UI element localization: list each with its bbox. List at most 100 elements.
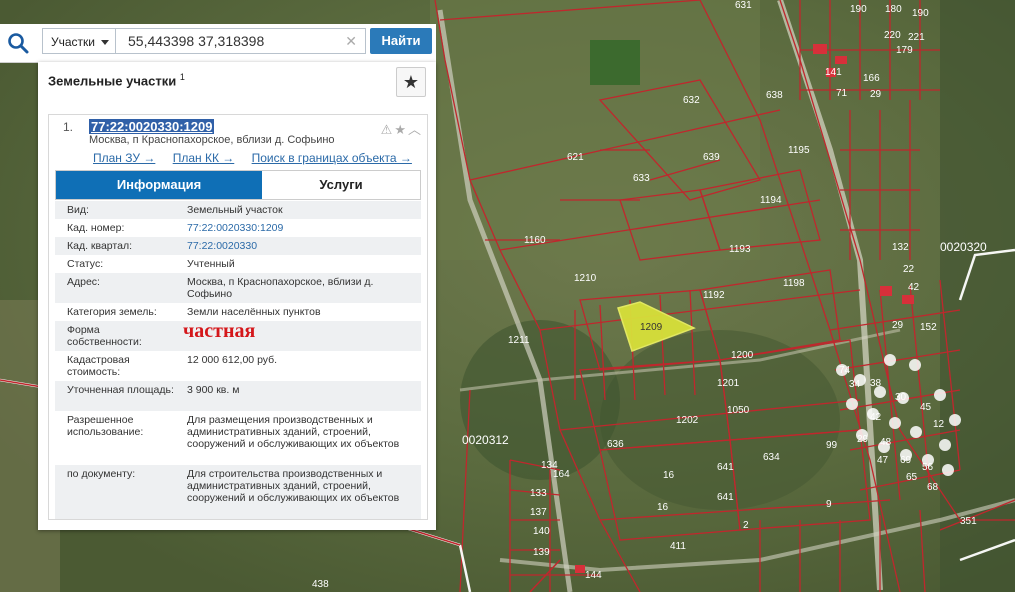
info-value: Земельный участок (187, 204, 283, 216)
svg-text:1194: 1194 (760, 195, 782, 206)
svg-text:144: 144 (585, 570, 602, 581)
svg-text:220: 220 (884, 30, 901, 41)
svg-text:22: 22 (903, 264, 915, 275)
info-table: Вид: Земельный участок Кад. номер: 77:22… (55, 201, 421, 519)
coordinates-value: 55,443398 37,318398 (128, 33, 265, 49)
svg-text:633: 633 (633, 173, 650, 184)
object-type-select[interactable]: Участки (42, 28, 116, 54)
svg-text:641: 641 (717, 462, 734, 473)
info-row: по документу: Для строительства производ… (55, 465, 421, 519)
search-in-bounds-link[interactable]: Поиск в границах объекта → (252, 151, 412, 165)
chevron-down-icon (101, 40, 109, 45)
svg-text:636: 636 (607, 439, 624, 450)
find-button[interactable]: Найти (370, 28, 432, 54)
svg-text:1198: 1198 (783, 278, 805, 289)
info-value: Москва, п Краснопахорское, вблизи д. Соф… (187, 276, 374, 300)
svg-text:1195: 1195 (788, 145, 810, 156)
svg-text:68: 68 (927, 482, 939, 493)
collapse-icon[interactable]: ︿ (408, 122, 423, 137)
clear-icon[interactable]: ✕ (345, 29, 357, 53)
cadastral-number-link[interactable]: 77:22:0020330:1209 (89, 119, 215, 134)
svg-text:641: 641 (717, 492, 734, 503)
svg-text:99: 99 (826, 440, 838, 451)
svg-text:65: 65 (906, 472, 918, 483)
info-label: Кадастровая стоимость: (67, 354, 130, 378)
tab-services[interactable]: Услуги (262, 171, 420, 199)
info-row: Уточненная площадь: 3 900 кв. м (55, 381, 421, 411)
svg-text:638: 638 (766, 90, 783, 101)
svg-text:621: 621 (567, 152, 584, 163)
result-number: 1. (63, 120, 74, 134)
svg-text:0020312: 0020312 (462, 433, 509, 447)
svg-text:190: 190 (850, 4, 867, 15)
info-label: Разрешенное использование: (67, 414, 144, 438)
info-row: Вид: Земельный участок (55, 201, 421, 219)
info-label: по документу: (67, 468, 136, 480)
plan-zu-link[interactable]: План ЗУ → (93, 151, 155, 165)
info-value[interactable]: 77:22:0020330 (187, 240, 407, 252)
info-label: Адрес: (67, 276, 100, 288)
svg-text:139: 139 (533, 547, 550, 558)
results-panel: Земельные участки 1 ★ 1. 77:22:0020330:1… (38, 62, 436, 530)
svg-text:71: 71 (836, 88, 848, 99)
svg-text:29: 29 (870, 89, 882, 100)
coordinates-input[interactable]: 55,443398 37,318398 ✕ (116, 28, 366, 54)
info-row: Статус: Учтенный (55, 255, 421, 273)
svg-text:180: 180 (885, 4, 902, 15)
panel-title-text: Земельные участки (48, 73, 177, 89)
star-icon[interactable]: ★ (394, 122, 408, 137)
svg-text:140: 140 (533, 526, 550, 537)
info-label: Вид: (67, 204, 89, 216)
svg-text:1210: 1210 (574, 273, 597, 284)
svg-text:16: 16 (657, 502, 669, 513)
plan-kk-link[interactable]: План КК → (173, 151, 235, 165)
svg-text:9: 9 (826, 499, 832, 510)
favorite-star-icon[interactable]: ★ (396, 67, 426, 97)
svg-text:141: 141 (825, 67, 842, 78)
info-value: Для строительства производственных и адм… (187, 468, 400, 504)
warning-icon[interactable]: ⚠ (381, 122, 395, 137)
svg-text:164: 164 (553, 469, 570, 480)
info-label: Категория земель: (67, 306, 157, 318)
svg-text:1200: 1200 (731, 350, 754, 361)
svg-text:1192: 1192 (703, 290, 725, 301)
svg-text:1160: 1160 (524, 235, 546, 246)
svg-text:29: 29 (892, 320, 904, 331)
info-label: Кад. квартал: (67, 240, 132, 252)
svg-text:1193: 1193 (729, 244, 751, 255)
svg-text:179: 179 (896, 45, 913, 56)
info-label: Кад. номер: (67, 222, 125, 234)
svg-text:221: 221 (908, 32, 925, 43)
panel-title: Земельные участки 1 (48, 72, 185, 88)
results-count: 1 (179, 72, 185, 82)
svg-text:152: 152 (920, 322, 937, 333)
svg-text:42: 42 (908, 282, 920, 293)
map-header (0, 0, 436, 24)
svg-text:1209: 1209 (640, 322, 663, 333)
tab-bar: Информация Услуги (55, 170, 421, 200)
info-value: Земли населённых пунктов (187, 306, 321, 318)
info-row: Кадастровая стоимость: 12 000 612,00 руб… (55, 351, 421, 381)
result-address: Москва, п Краснопахорское, вблизи д. Соф… (89, 134, 335, 146)
ownership-annotation: частная (183, 320, 256, 342)
svg-text:2: 2 (743, 520, 749, 531)
info-value[interactable]: 77:22:0020330:1209 (187, 222, 407, 234)
search-icon[interactable] (6, 31, 30, 55)
info-row: Разрешенное использование: Для размещени… (55, 411, 421, 465)
svg-text:631: 631 (735, 0, 752, 11)
svg-text:1201: 1201 (717, 378, 740, 389)
svg-text:634: 634 (763, 452, 780, 463)
svg-text:47: 47 (877, 455, 889, 466)
result-links: План ЗУ → План КК → Поиск в границах объ… (93, 151, 426, 165)
object-type-label: Участки (51, 35, 95, 49)
svg-text:0020320: 0020320 (940, 240, 987, 254)
info-row: Кад. квартал: 77:22:0020330 (55, 237, 421, 255)
svg-text:438: 438 (312, 579, 329, 590)
info-label: Форма собственности: (67, 324, 142, 348)
svg-text:45: 45 (920, 402, 932, 413)
info-row: Кад. номер: 77:22:0020330:1209 (55, 219, 421, 237)
tab-information[interactable]: Информация (56, 171, 262, 199)
info-label: Статус: (67, 258, 104, 270)
svg-text:351: 351 (960, 516, 977, 527)
info-value: Учтенный (187, 258, 235, 270)
